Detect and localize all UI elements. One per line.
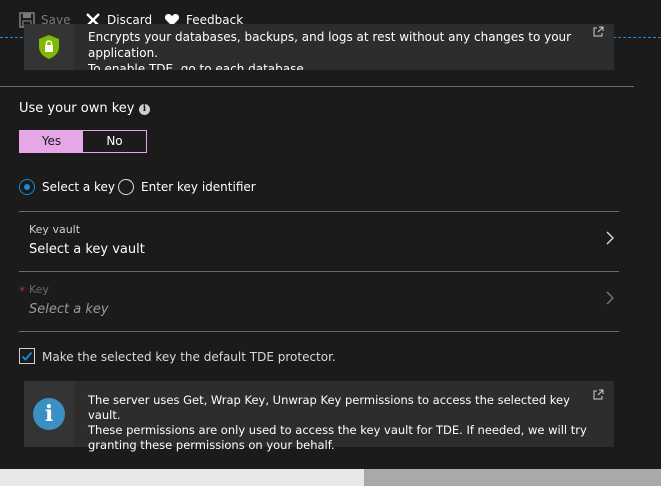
divider bbox=[19, 211, 619, 212]
own-key-title: Use your own key bbox=[19, 101, 135, 116]
key-vault-picker[interactable]: Key vault Select a key vault bbox=[29, 223, 145, 257]
scrollbar-track[interactable] bbox=[0, 469, 364, 486]
own-key-toggle: Yes No bbox=[19, 130, 147, 153]
info-icon-box: i bbox=[24, 381, 74, 447]
banner-line-2: To enable TDE, go to each database. bbox=[88, 62, 308, 70]
section-divider bbox=[0, 86, 634, 87]
radio-enter-identifier[interactable]: Enter key identifier bbox=[118, 179, 256, 195]
permissions-info-box: i The server uses Get, Wrap Key, Unwrap … bbox=[24, 381, 614, 452]
key-vault-label: Key vault bbox=[29, 223, 81, 236]
checkmark-icon bbox=[21, 351, 33, 361]
required-asterisk: * bbox=[19, 284, 25, 298]
radio-unselected-icon bbox=[118, 179, 134, 195]
key-picker[interactable]: Key Select a key bbox=[29, 283, 109, 317]
toggle-no[interactable]: No bbox=[83, 131, 146, 152]
banner-line-1: Encrypts your databases, backups, and lo… bbox=[88, 30, 572, 60]
permissions-text: The server uses Get, Wrap Key, Unwrap Ke… bbox=[88, 393, 588, 453]
horizontal-scrollbar[interactable] bbox=[0, 469, 661, 486]
external-link-icon[interactable] bbox=[593, 26, 604, 40]
tde-info-banner: Encrypts your databases, backups, and lo… bbox=[24, 24, 614, 70]
default-protector-label: Make the selected key the default TDE pr… bbox=[42, 350, 336, 364]
info-line-1: The server uses Get, Wrap Key, Unwrap Ke… bbox=[88, 393, 570, 422]
scrollbar-thumb[interactable] bbox=[364, 469, 661, 486]
external-link-icon[interactable] bbox=[593, 389, 604, 403]
info-line-2: These permissions are only used to acces… bbox=[88, 423, 587, 437]
radio-select-key-label: Select a key bbox=[42, 180, 116, 194]
chevron-right-icon[interactable] bbox=[606, 231, 615, 248]
shield-icon bbox=[38, 34, 60, 63]
info-icon[interactable]: i bbox=[139, 104, 150, 115]
radio-selected-icon bbox=[19, 179, 35, 195]
default-protector-checkbox[interactable] bbox=[19, 348, 35, 364]
info-line-3: granting these permissions on your behal… bbox=[88, 438, 335, 452]
divider bbox=[19, 271, 619, 272]
banner-icon-box bbox=[24, 24, 74, 70]
radio-enter-identifier-label: Enter key identifier bbox=[141, 180, 256, 194]
info-circle-icon: i bbox=[33, 398, 65, 430]
key-label: Key bbox=[29, 283, 49, 296]
toggle-yes[interactable]: Yes bbox=[20, 131, 83, 152]
banner-text: Encrypts your databases, backups, and lo… bbox=[88, 29, 588, 70]
key-value: Select a key bbox=[29, 302, 109, 317]
divider bbox=[19, 331, 619, 332]
chevron-right-icon[interactable] bbox=[606, 291, 615, 308]
key-vault-value: Select a key vault bbox=[29, 242, 145, 257]
radio-select-key[interactable]: Select a key bbox=[19, 179, 115, 195]
